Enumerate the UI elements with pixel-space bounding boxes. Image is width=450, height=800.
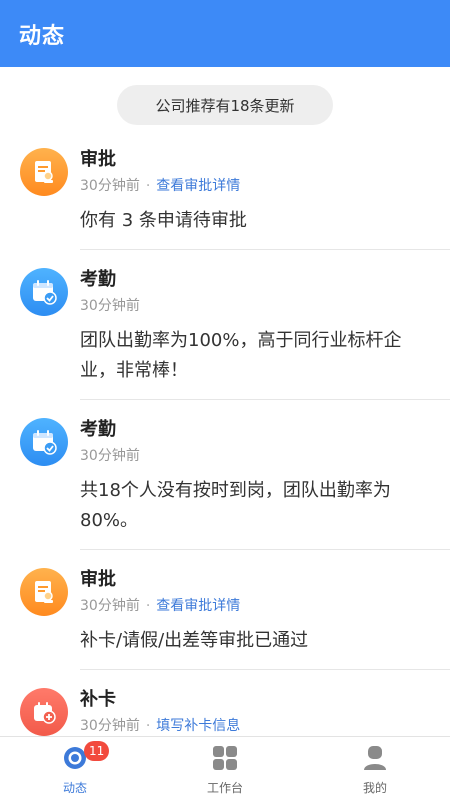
attendance-calendar-icon: [20, 268, 68, 316]
item-title: 考勤: [80, 419, 116, 440]
tab-workbench[interactable]: 工作台: [150, 737, 300, 800]
view-approval-details-link[interactable]: 查看审批详情: [156, 178, 240, 194]
tab-profile[interactable]: 我的: [300, 737, 450, 800]
page-title: 动态: [19, 23, 66, 49]
profile-icon: [362, 745, 388, 775]
tab-label: 我的: [362, 781, 387, 795]
meta-separator: ·: [145, 178, 151, 194]
item-body: 补卡/请假/出差等审批已通过: [80, 630, 309, 651]
item-body: 共18个人没有按时到岗，团队出勤率为80%。: [80, 480, 391, 531]
item-title: 补卡: [80, 689, 116, 710]
approval-document-icon: [20, 568, 68, 616]
notice-wrap: 公司推荐有18条更新: [0, 85, 450, 125]
meta-separator: ·: [145, 598, 151, 614]
item-meta: 30分钟前 · 填写补卡信息: [80, 716, 432, 736]
item-time: 30分钟前: [80, 598, 140, 614]
workbench-grid-icon: [212, 745, 238, 775]
tab-label: 工作台: [206, 781, 243, 795]
feed-list: 审批 30分钟前 · 查看审批详情 你有 3 条申请待审批 考勤 30分钟前 团…: [0, 130, 450, 760]
feed-item-approval-2[interactable]: 审批 30分钟前 · 查看审批详情 补卡/请假/出差等审批已通过: [0, 550, 450, 670]
feed-item-approval-1[interactable]: 审批 30分钟前 · 查看审批详情 你有 3 条申请待审批: [0, 130, 450, 250]
feed-item-attendance-1[interactable]: 考勤 30分钟前 团队出勤率为100%，高于同行业标杆企业，非常棒！: [0, 250, 450, 400]
item-time: 30分钟前: [80, 298, 140, 314]
item-title: 审批: [80, 149, 116, 170]
app-root: 动态 公司推荐有18条更新 审批 30分钟前 · 查看审批详情 你有 3 条申请待审…: [0, 0, 450, 800]
item-time: 30分钟前: [80, 178, 140, 194]
item-meta: 30分钟前 · 查看审批详情: [80, 596, 432, 616]
approval-document-icon: [20, 148, 68, 196]
tab-label: 动态: [62, 781, 87, 795]
tab-feed[interactable]: 11 动态: [0, 737, 150, 800]
makeup-card-calendar-icon: [20, 688, 68, 736]
fill-makeup-card-link[interactable]: 填写补卡信息: [156, 718, 240, 734]
bottom-tab-bar: 11 动态 工作台 我的: [0, 736, 450, 800]
item-title: 审批: [80, 569, 116, 590]
top-header: 动态: [0, 0, 450, 67]
item-meta: 30分钟前: [80, 296, 432, 316]
item-meta: 30分钟前: [80, 446, 432, 466]
item-body: 团队出勤率为100%，高于同行业标杆企业，非常棒！: [80, 330, 402, 381]
update-notice-pill[interactable]: 公司推荐有18条更新: [117, 85, 333, 125]
item-body: 你有 3 条申请待审批: [80, 210, 247, 231]
view-approval-details-link[interactable]: 查看审批详情: [156, 598, 240, 614]
meta-separator: ·: [145, 718, 151, 734]
item-title: 考勤: [80, 269, 116, 290]
item-meta: 30分钟前 · 查看审批详情: [80, 176, 432, 196]
feed-item-attendance-2[interactable]: 考勤 30分钟前 共18个人没有按时到岗，团队出勤率为80%。: [0, 400, 450, 550]
item-time: 30分钟前: [80, 448, 140, 464]
item-time: 30分钟前: [80, 718, 140, 734]
unread-badge: 11: [84, 741, 110, 761]
attendance-calendar-icon: [20, 418, 68, 466]
